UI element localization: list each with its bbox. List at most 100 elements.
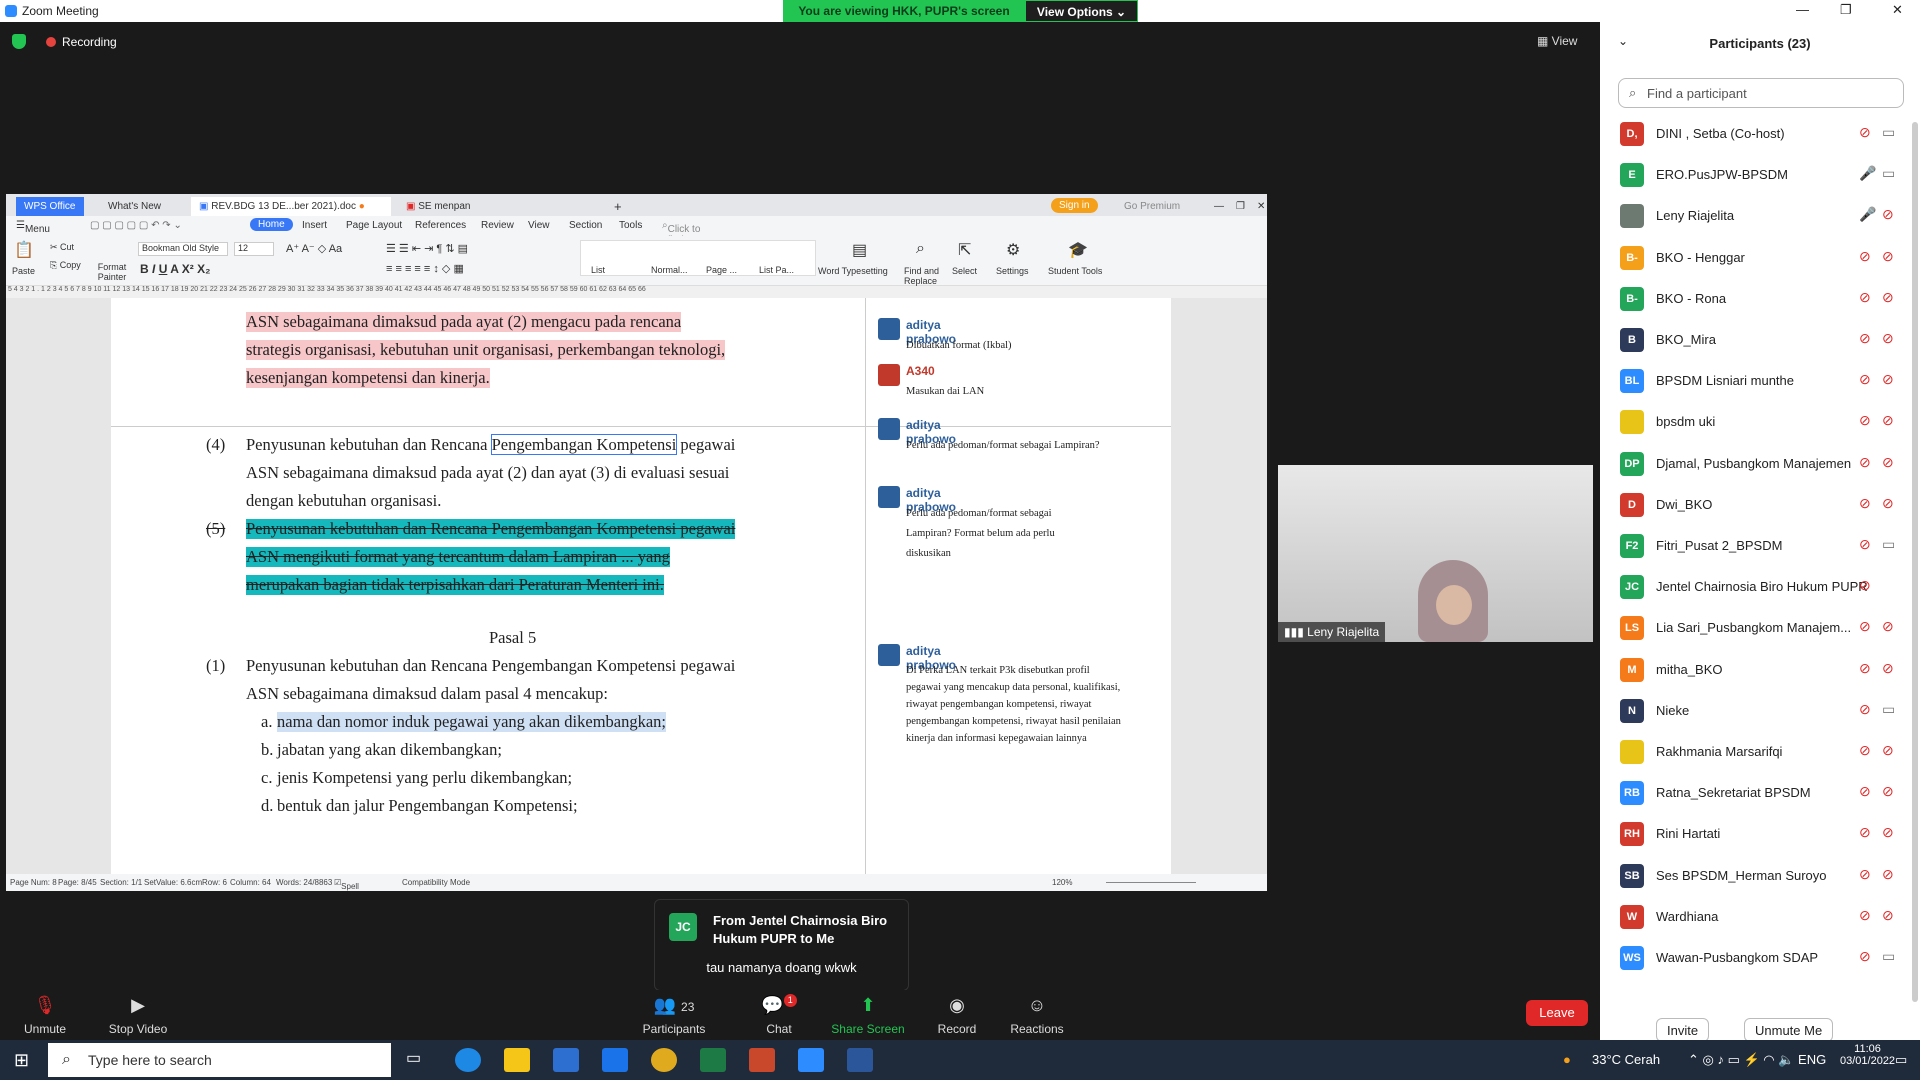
video-camera-icon[interactable]: ▭	[1882, 536, 1895, 553]
command-search[interactable]: ⌕ Click to find commands	[662, 220, 717, 257]
video-camera-icon[interactable]: ▭	[1882, 124, 1895, 141]
muted-mic-icon[interactable]: ⊘	[1859, 412, 1871, 429]
document-page[interactable]: ASN sebagaimana dimaksud pada ayat (2) m…	[111, 298, 1171, 874]
font-select[interactable]: Bookman Old Style	[138, 242, 228, 256]
muted-mic-icon[interactable]: ⊘	[1859, 866, 1871, 883]
participant-row[interactable]: Mmitha_BKO ⊘ ⊘	[1600, 650, 1908, 691]
view-button[interactable]: ▦ View	[1537, 34, 1577, 48]
view-options-button[interactable]: View Options ⌄	[1025, 0, 1138, 22]
participant-row[interactable]: BL BPSDM Lisniari munthe ⊘ ⊘	[1600, 361, 1908, 402]
file-explorer-icon[interactable]	[504, 1048, 530, 1072]
muted-mic-icon[interactable]: ⊘	[1859, 454, 1871, 471]
settings-icon[interactable]: ⚙	[1006, 240, 1020, 260]
format-painter-button[interactable]: Format Painter	[92, 262, 132, 282]
participant-row[interactable]: Leny Riajelita 🎤 ⊘	[1600, 196, 1908, 237]
pdf-tab[interactable]: ▣ SE menpan Nom...endidikan.pdf	[398, 197, 568, 231]
chat-notification[interactable]: JC From Jentel Chairnosia Biro Hukum PUP…	[654, 899, 909, 991]
find-replace-icon[interactable]: ⌕	[916, 240, 925, 258]
video-off-icon[interactable]: ⊘	[1882, 824, 1894, 841]
edge-icon[interactable]	[455, 1048, 481, 1072]
chrome-icon[interactable]	[651, 1048, 677, 1072]
word-typesetting-icon[interactable]: ▤	[852, 240, 867, 260]
font-size-select[interactable]: 12	[234, 242, 274, 256]
participant-search-input[interactable]: ⌕ Find a participant	[1618, 78, 1904, 108]
muted-mic-icon[interactable]: ⊘	[1859, 536, 1871, 553]
muted-mic-icon[interactable]: ⊘	[1859, 618, 1871, 635]
video-off-icon[interactable]: ⊘	[1882, 206, 1894, 223]
muted-mic-icon[interactable]: ⊘	[1859, 948, 1871, 965]
cut-button[interactable]: ✂ Cut	[50, 242, 74, 253]
stop-video-button[interactable]: ▶ Stop Video	[98, 990, 178, 1036]
spell-check-toggle[interactable]: ☑ Spell Check	[334, 878, 359, 891]
participant-row[interactable]: SB Ses BPSDM_Herman Suroyo ⊘ ⊘	[1600, 856, 1908, 897]
video-off-icon[interactable]: ⊘	[1882, 618, 1894, 635]
windows-start-icon[interactable]: ⊞	[14, 1050, 29, 1071]
video-off-icon[interactable]: ⊘	[1882, 783, 1894, 800]
video-off-icon[interactable]: ⊘	[1882, 248, 1894, 265]
taskbar-search[interactable]: ⌕ Type here to search	[48, 1043, 391, 1077]
style-list-para[interactable]: List Pa...	[759, 265, 794, 275]
excel-icon[interactable]	[700, 1048, 726, 1072]
new-tab-icon[interactable]: +	[606, 197, 630, 216]
video-off-icon[interactable]: ⊘	[1882, 371, 1894, 388]
video-off-icon[interactable]: ⊘	[1882, 866, 1894, 883]
reactions-button[interactable]: ☺ Reactions	[997, 990, 1077, 1036]
styles-gallery[interactable]: List Normal... Page ... List Pa...	[580, 240, 816, 276]
muted-mic-icon[interactable]: ⊘	[1859, 124, 1871, 141]
store-icon[interactable]	[553, 1048, 579, 1072]
participant-scrollbar[interactable]	[1912, 122, 1918, 1002]
zoom-slider[interactable]	[1106, 882, 1196, 883]
video-off-icon[interactable]: ⊘	[1882, 412, 1894, 429]
select-icon[interactable]: ⇱	[958, 240, 971, 260]
system-tray-icons[interactable]: ⌃ ◎ ♪ ▭ ⚡ ◠ 🔈 ENG	[1688, 1052, 1826, 1068]
minimize-icon[interactable]: —	[1796, 2, 1809, 17]
video-off-icon[interactable]: ⊘	[1882, 660, 1894, 677]
alignment-icons[interactable]: ≡ ≡ ≡ ≡ ≡ ↕ ◇ ▦	[386, 262, 464, 275]
participant-row[interactable]: B- BKO - Henggar ⊘ ⊘	[1600, 238, 1908, 279]
font-tools-icons[interactable]: A⁺ A⁻ ◇ Aa	[286, 242, 342, 255]
weather-text[interactable]: 33°C Cerah	[1592, 1052, 1660, 1067]
notifications-icon[interactable]: ▭	[1895, 1052, 1907, 1068]
video-off-icon[interactable]: ⊘	[1882, 454, 1894, 471]
participant-row[interactable]: JC Jentel Chairnosia Biro Hukum PUPR ⊘	[1600, 567, 1908, 608]
unmute-me-button[interactable]: Unmute Me	[1744, 1018, 1834, 1042]
participant-video-tile[interactable]: ▮▮▮ Leny Riajelita	[1278, 465, 1593, 642]
leave-button[interactable]: Leave	[1526, 1000, 1588, 1026]
zoom-level[interactable]: 120%	[1052, 878, 1072, 887]
muted-mic-icon[interactable]: ⊘	[1859, 701, 1871, 718]
copy-button[interactable]: ⎘ Copy	[50, 260, 81, 271]
participant-row[interactable]: DP Djamal, Pusbangkom Manajemen ⊘ ⊘	[1600, 444, 1908, 485]
shared-screen-wps[interactable]: WPS Office What's New ▣ REV.BDG 13 DE...…	[6, 194, 1267, 891]
participant-row[interactable]: RH Rini Hartati ⊘ ⊘	[1600, 814, 1908, 855]
video-off-icon[interactable]: ⊘	[1882, 907, 1894, 924]
word-icon[interactable]	[847, 1048, 873, 1072]
paragraph-tools-icons[interactable]: ☰ ☰ ⇤ ⇥ ¶ ⇅ ▤	[386, 242, 468, 255]
muted-mic-icon[interactable]: ⊘	[1859, 907, 1871, 924]
unmute-button[interactable]: 🎙 Unmute	[5, 990, 85, 1036]
participant-row[interactable]: B- BKO - Rona ⊘ ⊘	[1600, 279, 1908, 320]
participant-row[interactable]: RB Ratna_Sekretariat BPSDM ⊘ ⊘	[1600, 773, 1908, 814]
muted-mic-icon[interactable]: ⊘	[1859, 783, 1871, 800]
tab-view[interactable]: View	[528, 220, 550, 231]
tab-review[interactable]: Review	[481, 220, 514, 231]
paste-icon[interactable]: 📋	[14, 240, 34, 260]
share-screen-button[interactable]: ⬆ Share Screen	[828, 990, 908, 1036]
participant-row[interactable]: E ERO.PusJPW-BPSDM 🎤 ▭	[1600, 155, 1908, 196]
invite-button[interactable]: Invite	[1656, 1018, 1710, 1042]
participant-row[interactable]: B BKO_Mira ⊘ ⊘	[1600, 320, 1908, 361]
muted-mic-icon[interactable]: ⊘	[1859, 824, 1871, 841]
tab-section[interactable]: Section	[569, 220, 602, 231]
wps-brand-tab[interactable]: WPS Office	[16, 197, 84, 216]
participant-row[interactable]: W Wardhiana ⊘ ⊘	[1600, 897, 1908, 938]
participant-row[interactable]: F2 Fitri_Pusat 2_BPSDM ⊘ ▭	[1600, 526, 1908, 567]
muted-mic-icon[interactable]: ⊘	[1859, 248, 1871, 265]
premium-link[interactable]: Go Premium	[1116, 197, 1188, 216]
mic-icon[interactable]: 🎤	[1859, 165, 1876, 182]
wps-close-icon[interactable]: ✕	[1249, 197, 1267, 216]
video-off-icon[interactable]: ⊘	[1882, 495, 1894, 512]
chat-button[interactable]: 💬 1 Chat	[739, 990, 819, 1036]
powerpoint-icon[interactable]	[749, 1048, 775, 1072]
close-icon[interactable]: ✕	[1892, 2, 1903, 18]
student-tools-icon[interactable]: 🎓	[1068, 240, 1088, 260]
video-camera-icon[interactable]: ▭	[1882, 948, 1895, 965]
